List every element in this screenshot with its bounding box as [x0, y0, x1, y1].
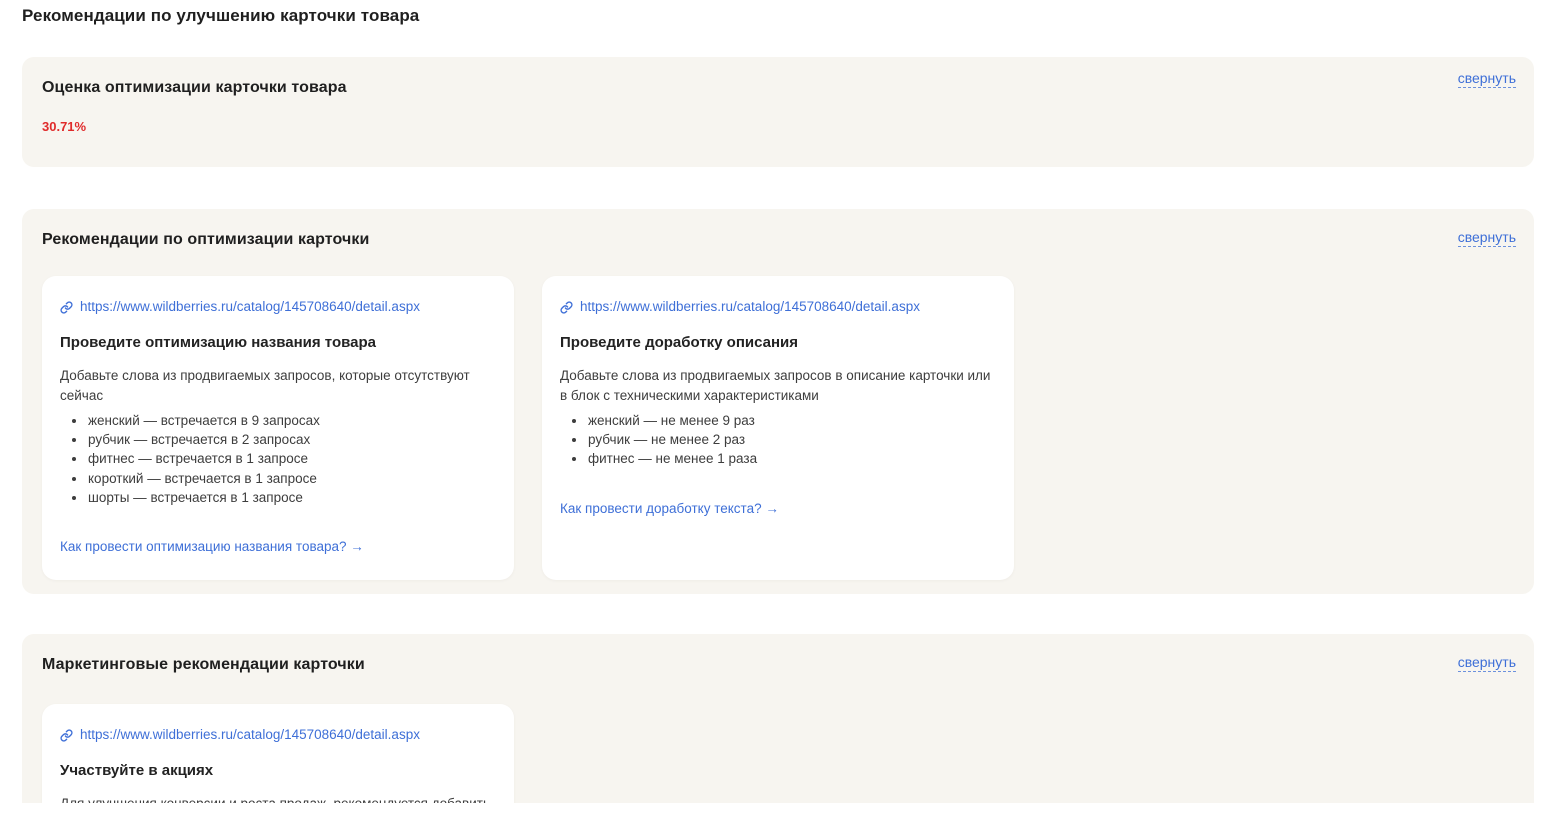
link-icon	[560, 301, 573, 314]
list-item: короткий — встречается в 1 запросе	[87, 469, 496, 488]
how-to-link[interactable]: Как провести доработку текста? →	[560, 499, 779, 518]
section-title: Оценка оптимизации карточки товара	[42, 77, 1514, 98]
product-url-text: https://www.wildberries.ru/catalog/14570…	[580, 298, 920, 316]
keyword-list: женский — не менее 9 раз рубчик — не мен…	[560, 411, 996, 469]
product-url-text: https://www.wildberries.ru/catalog/14570…	[80, 298, 420, 316]
optimization-section: свернуть Рекомендации по оптимизации кар…	[22, 209, 1534, 594]
list-item: фитнес — встречается в 1 запросе	[87, 449, 496, 468]
list-item: женский — не менее 9 раз	[587, 411, 996, 430]
list-item: фитнес — не менее 1 раза	[587, 449, 996, 468]
page-title: Рекомендации по улучшению карточки товар…	[22, 6, 1534, 26]
card-heading: Проведите оптимизацию названия товара	[60, 333, 496, 353]
product-url-link[interactable]: https://www.wildberries.ru/catalog/14570…	[60, 298, 420, 316]
collapse-link[interactable]: свернуть	[1458, 654, 1516, 672]
recommendation-card-promotions: https://www.wildberries.ru/catalog/14570…	[42, 704, 514, 803]
recommendations-page: Рекомендации по улучшению карточки товар…	[0, 0, 1548, 803]
keyword-list: женский — встречается в 9 запросах рубчи…	[60, 411, 496, 507]
product-url-link[interactable]: https://www.wildberries.ru/catalog/14570…	[560, 298, 920, 316]
list-item: шорты — встречается в 1 запросе	[87, 488, 496, 507]
score-section: свернуть Оценка оптимизации карточки тов…	[22, 57, 1534, 167]
card-heading: Проведите доработку описания	[560, 333, 996, 353]
card-description: Добавьте слова из продвигаемых запросов …	[560, 366, 996, 405]
cards-row: https://www.wildberries.ru/catalog/14570…	[42, 276, 1514, 580]
cards-row: https://www.wildberries.ru/catalog/14570…	[42, 704, 1514, 803]
collapse-link[interactable]: свернуть	[1458, 70, 1516, 88]
link-icon	[60, 729, 73, 742]
how-to-link[interactable]: Как провести оптимизацию названия товара…	[60, 537, 364, 556]
card-description: Для улучшения конверсии и роста продаж, …	[60, 794, 496, 803]
section-title: Маркетинговые рекомендации карточки	[42, 654, 1514, 675]
card-description: Добавьте слова из продвигаемых запросов,…	[60, 366, 496, 405]
marketing-section: свернуть Маркетинговые рекомендации карт…	[22, 634, 1534, 803]
optimization-score-value: 30.71%	[42, 119, 1514, 134]
section-title: Рекомендации по оптимизации карточки	[42, 229, 1514, 250]
link-icon	[60, 301, 73, 314]
product-url-link[interactable]: https://www.wildberries.ru/catalog/14570…	[60, 726, 420, 744]
card-heading: Участвуйте в акциях	[60, 761, 496, 781]
recommendation-card-description: https://www.wildberries.ru/catalog/14570…	[542, 276, 1014, 580]
product-url-text: https://www.wildberries.ru/catalog/14570…	[80, 726, 420, 744]
list-item: рубчик — не менее 2 раз	[587, 430, 996, 449]
list-item: женский — встречается в 9 запросах	[87, 411, 496, 430]
recommendation-card-title-optimization: https://www.wildberries.ru/catalog/14570…	[42, 276, 514, 580]
list-item: рубчик — встречается в 2 запросах	[87, 430, 496, 449]
collapse-link[interactable]: свернуть	[1458, 229, 1516, 247]
